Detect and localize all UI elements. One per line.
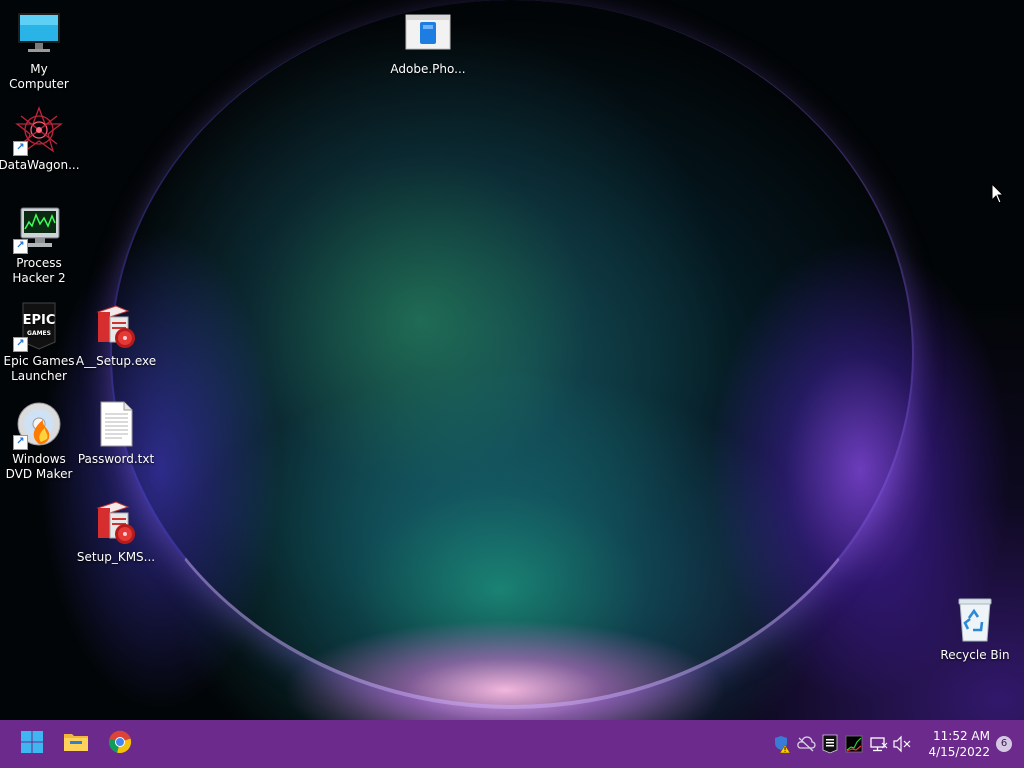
volume-muted-icon[interactable] xyxy=(891,733,913,755)
start-button[interactable] xyxy=(14,726,50,762)
epic-logo-subtext: GAMES xyxy=(27,330,51,337)
network-icon[interactable] xyxy=(867,733,889,755)
desktop-icon-recycle-bin[interactable]: Recycle Bin xyxy=(937,596,1013,663)
desktop-icon-label: A__Setup.exe xyxy=(75,354,157,368)
clock-time: 11:52 AM xyxy=(933,729,990,743)
datawagon-icon: ↗ xyxy=(13,106,63,156)
epic-games-icon: EPIC GAMES ↗ xyxy=(13,302,63,352)
installer-icon xyxy=(92,498,140,546)
desktop-icon-label: Setup_KMS... xyxy=(76,550,156,564)
shortcut-arrow-icon: ↗ xyxy=(13,435,28,450)
chrome-icon xyxy=(108,730,132,758)
desktop-icon-label: DataWagon... xyxy=(0,158,80,172)
desktop-icon-label: Adobe.Pho... xyxy=(390,62,466,76)
file-explorer-button[interactable] xyxy=(58,726,94,762)
desktop-icon-my-computer[interactable]: My Computer xyxy=(1,10,77,92)
epic-games-tray-icon[interactable] xyxy=(819,733,841,755)
desktop-icon-label: Hacker 2 xyxy=(12,271,66,285)
process-hacker-icon: ↗ xyxy=(13,204,63,254)
epic-logo-text: EPIC xyxy=(23,313,56,328)
start-icon xyxy=(20,730,44,758)
desktop[interactable]: My Computer Adobe.Pho... ↗ DataWagon... … xyxy=(0,0,1024,720)
shortcut-arrow-icon: ↗ xyxy=(13,337,28,352)
dvd-maker-icon: ↗ xyxy=(13,400,63,450)
desktop-icon-password-txt[interactable]: Password.txt xyxy=(78,400,154,467)
desktop-icon-label: Windows xyxy=(12,452,66,466)
desktop-icon-label: Recycle Bin xyxy=(940,648,1010,662)
mouse-cursor-icon xyxy=(991,182,1005,209)
desktop-icon-label: Epic Games xyxy=(3,354,75,368)
text-file-icon xyxy=(92,400,140,448)
defender-warning-icon[interactable] xyxy=(771,733,793,755)
system-tray: 11:52 AM 4/15/2022 6 xyxy=(770,720,1024,768)
desktop-icon-label: Launcher xyxy=(11,369,67,383)
process-hacker-tray-icon[interactable] xyxy=(843,733,865,755)
desktop-icon-windows-dvd-maker[interactable]: ↗ Windows DVD Maker xyxy=(1,400,77,482)
desktop-icon-label: My Computer xyxy=(9,62,69,91)
file-explorer-icon xyxy=(63,730,89,758)
wallpaper-bloom xyxy=(110,0,914,709)
desktop-icon-label: Password.txt xyxy=(77,452,155,466)
clock-date: 4/15/2022 xyxy=(928,745,990,759)
onedrive-offline-icon[interactable] xyxy=(795,733,817,755)
desktop-icon-datawagon[interactable]: ↗ DataWagon... xyxy=(0,106,80,173)
shortcut-arrow-icon: ↗ xyxy=(13,239,28,254)
taskbar: 11:52 AM 4/15/2022 6 xyxy=(0,720,1024,768)
taskbar-clock[interactable]: 11:52 AM 4/15/2022 xyxy=(928,728,990,760)
desktop-icon-a-setup[interactable]: A__Setup.exe xyxy=(75,302,157,369)
chrome-button[interactable] xyxy=(102,726,138,762)
desktop-icon-adobe-photoshop[interactable]: Adobe.Pho... xyxy=(390,10,466,77)
monitor-icon xyxy=(15,10,63,58)
app-window-icon xyxy=(404,10,452,58)
installer-icon xyxy=(92,302,140,350)
desktop-icon-process-hacker[interactable]: ↗ Process Hacker 2 xyxy=(1,204,77,286)
desktop-icon-epic-games[interactable]: EPIC GAMES ↗ Epic Games Launcher xyxy=(1,302,77,384)
desktop-icon-label: DVD Maker xyxy=(5,467,73,481)
recycle-bin-icon xyxy=(951,596,999,644)
shortcut-arrow-icon: ↗ xyxy=(13,141,28,156)
desktop-icon-setup-kms[interactable]: Setup_KMS... xyxy=(76,498,156,565)
notification-badge[interactable]: 6 xyxy=(996,736,1012,752)
desktop-icon-label: Process xyxy=(16,256,62,270)
